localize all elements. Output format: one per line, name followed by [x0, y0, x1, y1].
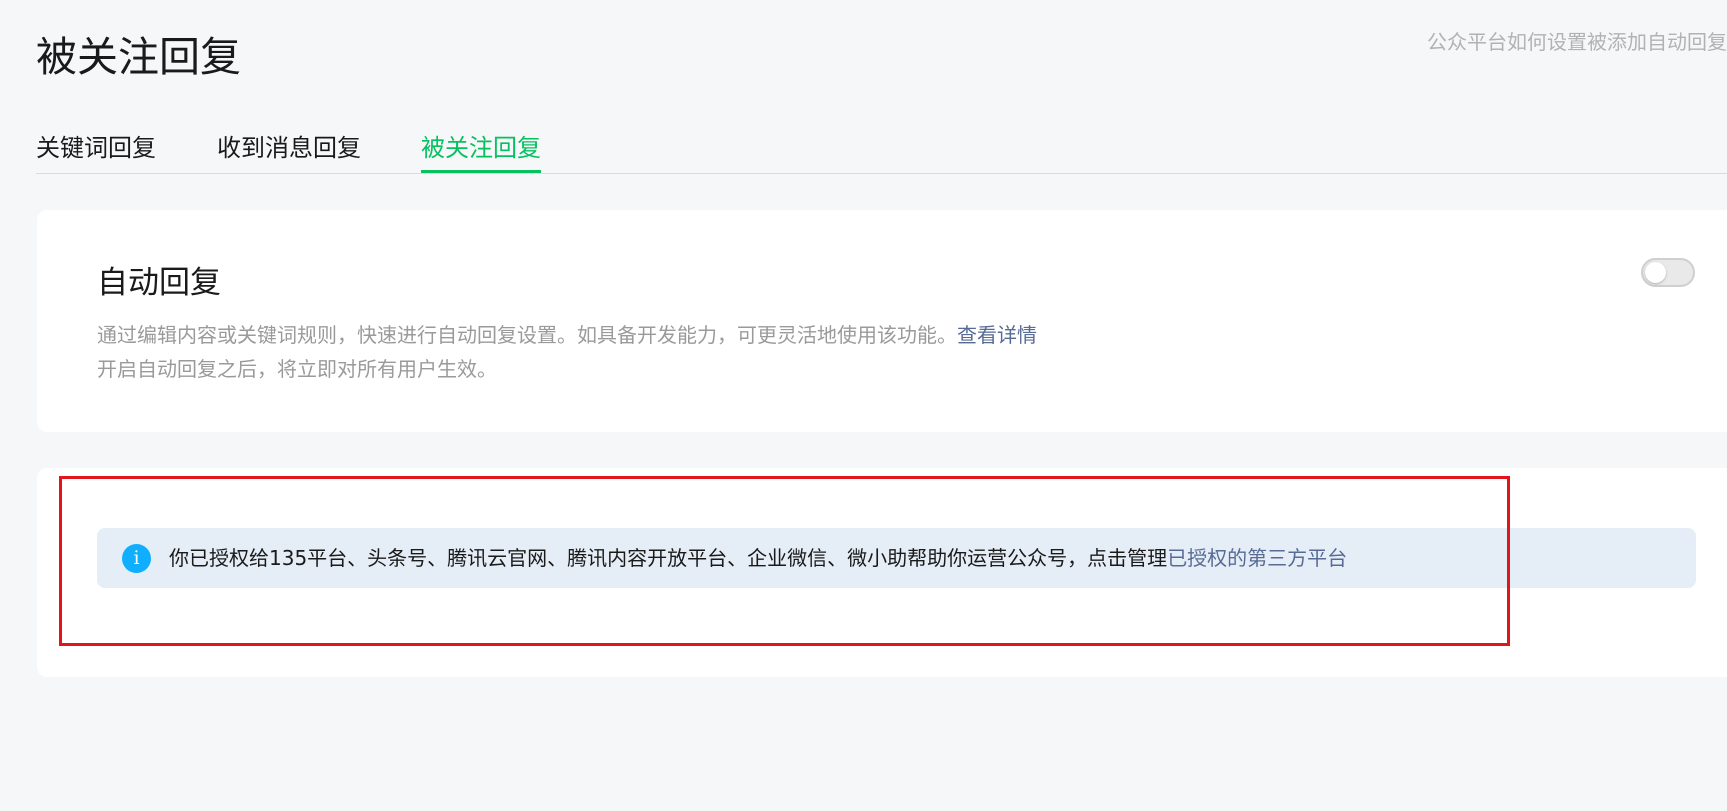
help-link[interactable]: 公众平台如何设置被添加自动回复 [1427, 28, 1727, 56]
tab-follow-reply[interactable]: 被关注回复 [421, 126, 541, 173]
authorization-card: i 你已授权给135平台、头条号、腾讯云官网、腾讯内容开放平台、企业微信、微小助… [37, 468, 1727, 677]
description-line-1: 通过编辑内容或关键词规则，快速进行自动回复设置。如具备开发能力，可更灵活地使用该… [97, 323, 957, 347]
authorized-platforms-link[interactable]: 已授权的第三方平台 [1167, 546, 1347, 570]
auto-reply-card: 自动回复 通过编辑内容或关键词规则，快速进行自动回复设置。如具备开发能力，可更灵… [37, 210, 1727, 432]
tab-keyword-reply[interactable]: 关键词回复 [36, 126, 156, 173]
auto-reply-description: 通过编辑内容或关键词规则，快速进行自动回复设置。如具备开发能力，可更灵活地使用该… [97, 318, 1037, 386]
page: 被关注回复 公众平台如何设置被添加自动回复 关键词回复 收到消息回复 被关注回复… [0, 0, 1727, 811]
view-details-link[interactable]: 查看详情 [957, 323, 1037, 347]
auto-reply-title: 自动回复 [97, 265, 221, 301]
auto-reply-toggle[interactable] [1641, 258, 1695, 287]
tab-message-reply[interactable]: 收到消息回复 [217, 126, 361, 173]
tab-bar: 关键词回复 收到消息回复 被关注回复 [36, 126, 1727, 174]
authorization-notice: i 你已授权给135平台、头条号、腾讯云官网、腾讯内容开放平台、企业微信、微小助… [97, 528, 1696, 588]
authorization-notice-text: 你已授权给135平台、头条号、腾讯云官网、腾讯内容开放平台、企业微信、微小助帮助… [169, 541, 1347, 575]
toggle-knob [1645, 262, 1666, 283]
authorization-text: 你已授权给135平台、头条号、腾讯云官网、腾讯内容开放平台、企业微信、微小助帮助… [169, 546, 1168, 570]
page-title: 被关注回复 [36, 33, 241, 81]
info-icon: i [122, 544, 151, 573]
description-line-2: 开启自动回复之后，将立即对所有用户生效。 [97, 357, 497, 381]
